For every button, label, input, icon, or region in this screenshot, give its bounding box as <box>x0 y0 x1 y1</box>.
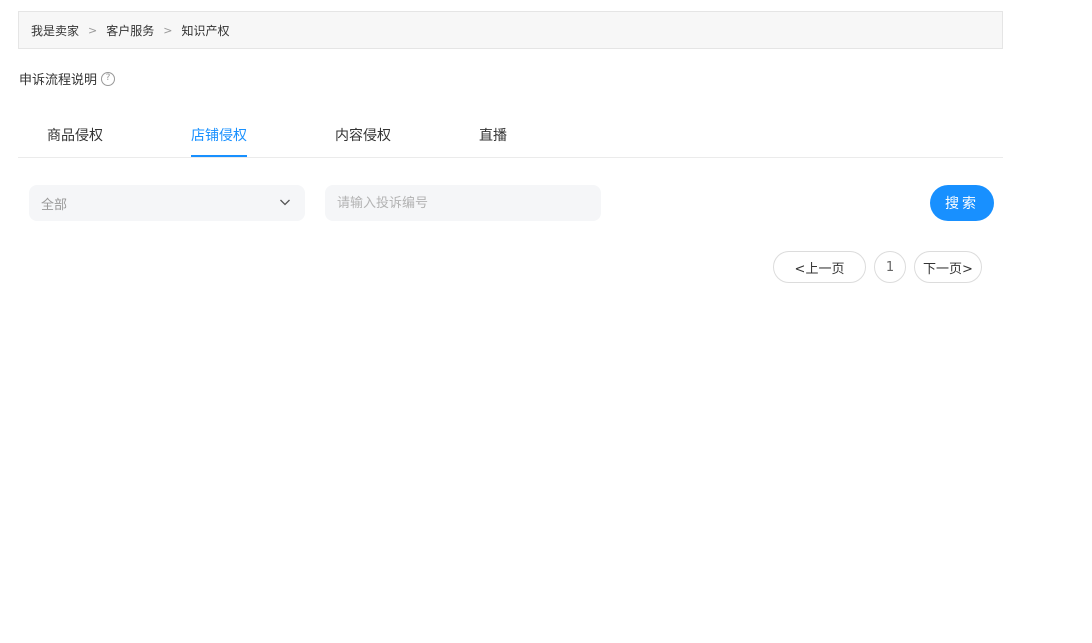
complaint-number-input[interactable] <box>325 185 601 221</box>
page: 我是卖家 > 客户服务 > 知识产权 申诉流程说明 ? 商品侵权 店铺侵权 内容… <box>0 0 1092 643</box>
breadcrumb: 我是卖家 > 客户服务 > 知识产权 <box>18 11 1003 49</box>
page-number-1[interactable]: 1 <box>874 251 906 283</box>
next-page-button[interactable]: 下一页> <box>914 251 982 283</box>
tab-store-infringement[interactable]: 店铺侵权 <box>191 116 247 157</box>
type-select[interactable]: 全部 <box>29 185 305 221</box>
prev-page-button[interactable]: <上一页 <box>773 251 866 283</box>
type-select-value: 全部 <box>41 197 68 213</box>
question-circle-icon[interactable]: ? <box>101 71 116 86</box>
search-button[interactable]: 搜索 <box>930 185 994 221</box>
breadcrumb-item-seller[interactable]: 我是卖家 <box>31 22 79 39</box>
appeal-process-help[interactable]: 申诉流程说明 ? <box>19 69 116 88</box>
tab-content-infringement[interactable]: 内容侵权 <box>335 116 391 157</box>
tab-product-infringement[interactable]: 商品侵权 <box>47 116 103 157</box>
chevron-down-icon <box>280 199 290 206</box>
appeal-process-label: 申诉流程说明 <box>19 73 98 88</box>
breadcrumb-item-customer-service[interactable]: 客户服务 <box>106 22 154 39</box>
breadcrumb-separator: > <box>163 23 173 37</box>
tab-live-stream[interactable]: 直播 <box>479 116 507 157</box>
tab-bar: 商品侵权 店铺侵权 内容侵权 直播 <box>18 116 1003 158</box>
breadcrumb-separator: > <box>88 23 98 37</box>
breadcrumb-item-ip: 知识产权 <box>181 23 230 38</box>
